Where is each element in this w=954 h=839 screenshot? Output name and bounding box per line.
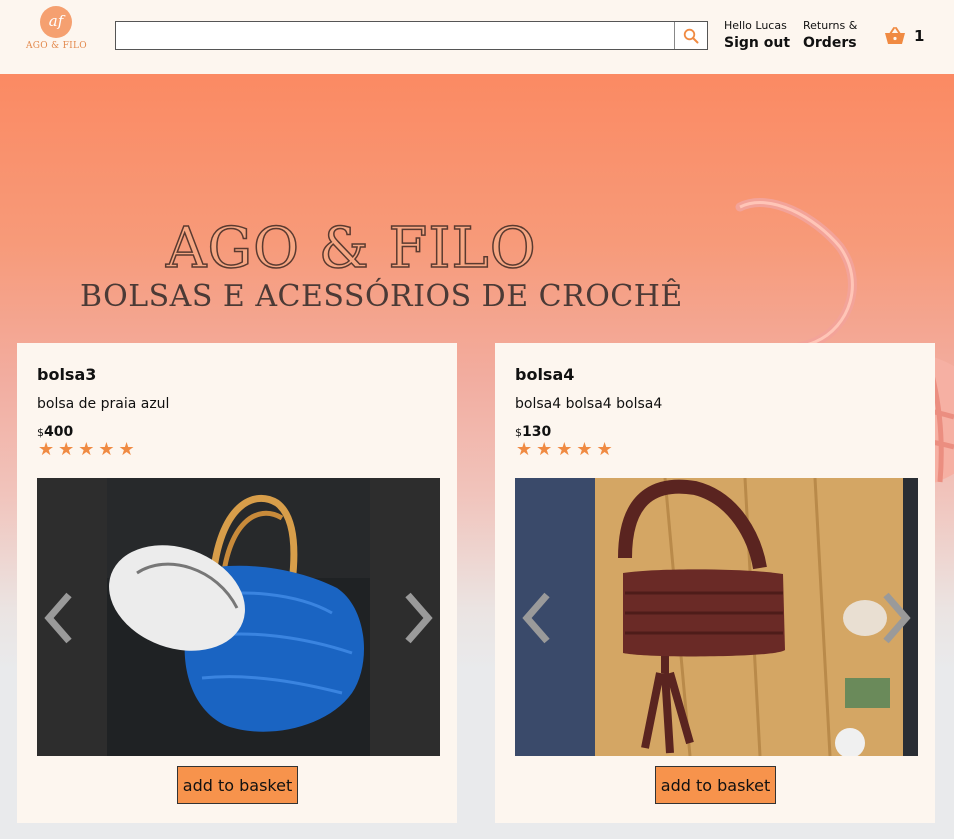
logo-mark: af: [40, 6, 72, 38]
basket-icon: [885, 27, 905, 44]
add-to-basket-button[interactable]: add to basket: [177, 766, 298, 804]
star-rating: ★★★★★: [38, 439, 139, 460]
product-price: $130: [515, 421, 551, 440]
product-photo: [37, 478, 440, 756]
search-button[interactable]: [674, 22, 707, 49]
site-logo[interactable]: af AGO & FILO: [26, 6, 87, 58]
signout-label: Sign out: [724, 35, 791, 51]
product-description: bolsa de praia azul: [37, 396, 170, 412]
price-amount: 130: [522, 424, 552, 440]
product-description: bolsa4 bolsa4 bolsa4: [515, 396, 663, 412]
logo-text: AGO & FILO: [26, 41, 87, 51]
top-header: af AGO & FILO Hello Lucas Sign out Retur…: [0, 0, 954, 74]
product-card: bolsa4 bolsa4 bolsa4 bolsa4 $130 ★★★★★ a…: [495, 343, 935, 823]
product-name: bolsa4: [515, 365, 575, 384]
account-signout-link[interactable]: Hello Lucas Sign out: [724, 19, 790, 53]
basket-link[interactable]: 1: [884, 26, 924, 46]
carousel-prev-button[interactable]: [517, 583, 557, 653]
price-currency: $: [515, 426, 522, 439]
add-to-basket-button[interactable]: add to basket: [655, 766, 776, 804]
price-currency: $: [37, 426, 44, 439]
search-icon: [683, 28, 699, 43]
orders-label: Orders: [803, 35, 857, 51]
carousel-next-button[interactable]: [398, 583, 438, 653]
hero-title: AGO & FILO: [165, 215, 537, 282]
product-name: bolsa3: [37, 365, 97, 384]
star-rating: ★★★★★: [516, 439, 617, 460]
basket-count: 1: [914, 27, 925, 45]
search-input[interactable]: [116, 22, 676, 49]
search-bar: [115, 21, 708, 50]
product-photo: [515, 478, 918, 756]
product-image-carousel[interactable]: [515, 478, 918, 756]
product-price: $400: [37, 421, 73, 440]
carousel-prev-button[interactable]: [39, 583, 79, 653]
price-amount: 400: [44, 424, 74, 440]
hero-subtitle: BOLSAS E ACESSÓRIOS DE CROCHÊ: [80, 279, 683, 314]
returns-label: Returns &: [803, 19, 858, 32]
carousel-next-button[interactable]: [876, 583, 916, 653]
product-image-carousel[interactable]: [37, 478, 440, 756]
returns-orders-link[interactable]: Returns & Orders: [803, 19, 857, 53]
account-greeting: Hello Lucas: [724, 19, 787, 32]
product-card: bolsa3 bolsa de praia azul $400 ★★★★★ ad…: [17, 343, 457, 823]
